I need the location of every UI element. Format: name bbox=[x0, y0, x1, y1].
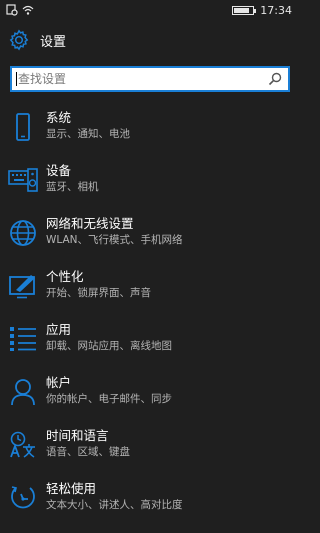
settings-item-label: 网络和无线设置 bbox=[46, 216, 134, 231]
settings-item-network[interactable]: 网络和无线设置 WLAN、飞行模式、手机网络 bbox=[0, 210, 300, 263]
page-header: 设置 bbox=[8, 28, 66, 52]
person-icon bbox=[8, 377, 38, 407]
settings-item-label: 应用 bbox=[46, 322, 72, 337]
settings-item-description: 你的帐户、电子邮件、同步 bbox=[46, 393, 172, 405]
settings-item-description: 显示、通知、电池 bbox=[46, 128, 130, 140]
ease-of-access-icon bbox=[8, 483, 38, 513]
settings-item-description: 蓝牙、相机 bbox=[46, 181, 99, 193]
phone-icon bbox=[8, 112, 38, 142]
settings-item-personalization[interactable]: 个性化 开始、锁屏界面、声音 bbox=[0, 263, 300, 316]
settings-item-ease-of-access[interactable]: 轻松使用 文本大小、讲述人、高对比度 bbox=[0, 475, 300, 528]
settings-item-accounts[interactable]: 帐户 你的帐户、电子邮件、同步 bbox=[0, 369, 300, 422]
notification-icon bbox=[6, 4, 18, 16]
search-input[interactable] bbox=[18, 72, 268, 86]
search-icon[interactable] bbox=[268, 72, 282, 86]
settings-item-description: 开始、锁屏界面、声音 bbox=[46, 287, 151, 299]
status-bar: 17:34 bbox=[0, 0, 300, 20]
globe-icon bbox=[8, 218, 38, 248]
settings-item-system[interactable]: 系统 显示、通知、电池 bbox=[0, 104, 300, 157]
wifi-icon bbox=[22, 4, 34, 16]
paint-screen-icon bbox=[8, 271, 38, 301]
settings-item-description: 卸载、网站应用、离线地图 bbox=[46, 340, 172, 352]
settings-item-label: 轻松使用 bbox=[46, 481, 97, 496]
settings-item-devices[interactable]: 设备 蓝牙、相机 bbox=[0, 157, 300, 210]
page-title: 设置 bbox=[40, 34, 67, 50]
gear-icon bbox=[8, 29, 30, 51]
time-language-icon bbox=[8, 430, 38, 460]
app-list-icon bbox=[8, 324, 38, 354]
settings-item-description: 语音、区域、键盘 bbox=[46, 446, 130, 458]
settings-item-label: 帐户 bbox=[46, 375, 72, 390]
settings-item-label: 系统 bbox=[46, 110, 72, 125]
settings-item-description: WLAN、飞行模式、手机网络 bbox=[46, 234, 183, 246]
settings-item-description: 文本大小、讲述人、高对比度 bbox=[46, 499, 183, 511]
settings-list: 系统 显示、通知、电池 设备 蓝牙、相机 网络和无线设置 WLAN、飞行模式、手… bbox=[0, 104, 300, 528]
settings-item-label: 时间和语言 bbox=[46, 428, 109, 443]
search-box[interactable] bbox=[10, 66, 290, 92]
battery-icon bbox=[232, 5, 257, 15]
settings-item-apps[interactable]: 应用 卸载、网站应用、离线地图 bbox=[0, 316, 300, 369]
status-icons-left bbox=[6, 4, 34, 16]
settings-item-time-language[interactable]: 时间和语言 语音、区域、键盘 bbox=[0, 422, 300, 475]
status-icons-right: 17:34 bbox=[232, 4, 292, 17]
settings-item-label: 设备 bbox=[46, 163, 72, 178]
text-cursor bbox=[16, 72, 17, 86]
clock-time: 17:34 bbox=[260, 3, 292, 17]
keyboard-speaker-icon bbox=[8, 165, 38, 195]
settings-item-label: 个性化 bbox=[46, 269, 84, 284]
